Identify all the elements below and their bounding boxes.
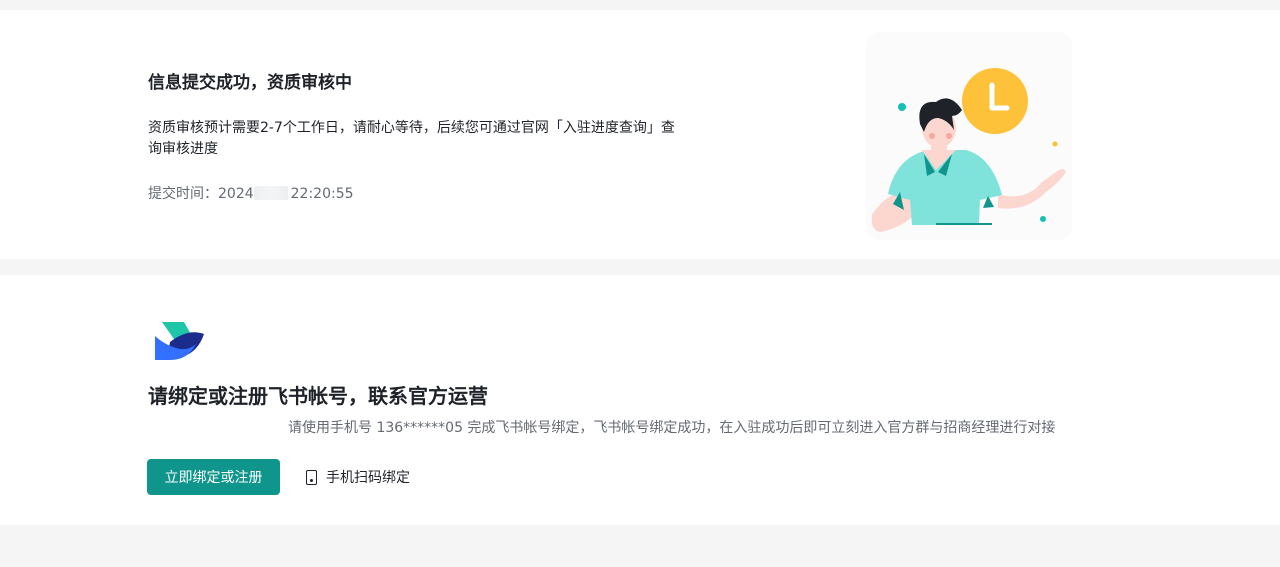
submit-time-clock: 22:20:55 <box>290 186 354 202</box>
review-waiting-illustration <box>866 32 1072 240</box>
review-status-card: 信息提交成功，资质审核中 资质审核预计需要2-7个工作日，请耐心等待，后续您可通… <box>0 10 1280 259</box>
bind-description: 请使用手机号 136******05 完成飞书帐号绑定，飞书帐号绑定成功，在入驻… <box>288 420 1056 436</box>
lark-bind-card: 请绑定或注册飞书帐号，联系官方运营 请使用手机号 136******05 完成飞… <box>0 275 1280 525</box>
submit-time-label: 提交时间： <box>148 186 218 202</box>
phone-icon <box>306 469 317 485</box>
submit-time-year: 2024 <box>218 186 254 202</box>
bind-title: 请绑定或注册飞书帐号，联系官方运营 <box>148 384 488 408</box>
redacted-date <box>253 186 288 200</box>
bind-or-register-button[interactable]: 立即绑定或注册 <box>147 459 280 495</box>
status-title: 信息提交成功，资质审核中 <box>148 73 352 93</box>
scan-bind-link[interactable]: 手机扫码绑定 <box>306 467 410 487</box>
submit-time: 提交时间：2024 22:20:55 <box>148 183 354 203</box>
feishu-logo <box>155 322 204 360</box>
scan-bind-label: 手机扫码绑定 <box>326 470 410 486</box>
clock-icon <box>962 68 1028 134</box>
status-description: 资质审核预计需要2-7个工作日，请耐心等待，后续您可通过官网「入驻进度查询」查询… <box>148 120 675 157</box>
